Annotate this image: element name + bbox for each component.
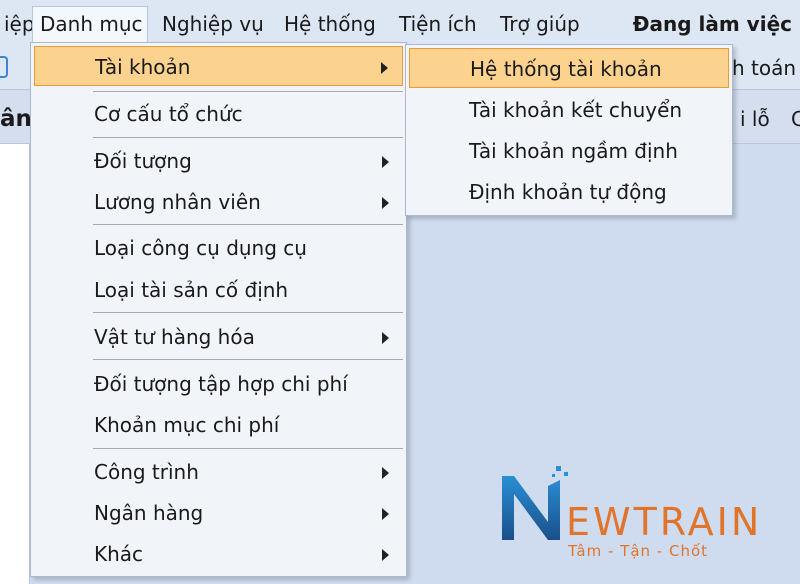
menu-nghiep-vu[interactable]: Nghiệp vụ xyxy=(158,8,268,40)
tab-left-partial[interactable]: ân xyxy=(0,104,32,134)
submenu-arrow-icon xyxy=(382,197,389,209)
menu-separator xyxy=(93,448,403,449)
menu-item-label: Ngân hàng xyxy=(94,501,204,525)
menu-separator xyxy=(93,312,403,313)
tai-khoan-submenu: Hệ thống tài khoản Tài khoản kết chuyển … xyxy=(405,44,733,216)
menu-item-loai-tai-san[interactable]: Loại tài sản cố định xyxy=(34,270,403,310)
toolbar-text-partial[interactable]: h toán xyxy=(732,54,796,82)
menu-tro-giup[interactable]: Trợ giúp xyxy=(496,8,584,40)
working-status: Đang làm việc xyxy=(632,12,792,36)
menu-item-khoan-muc-chi-phi[interactable]: Khoản mục chi phí xyxy=(34,405,403,445)
menu-item-doi-tuong[interactable]: Đối tượng xyxy=(34,141,403,181)
submenu-item-tai-khoan-ket-chuyen[interactable]: Tài khoản kết chuyển xyxy=(409,90,729,130)
menu-danh-muc[interactable]: Danh mục xyxy=(32,6,148,46)
menu-item-label: Vật tư hàng hóa xyxy=(94,325,255,349)
submenu-item-label: Tài khoản kết chuyển xyxy=(469,98,683,122)
menu-item-khac[interactable]: Khác xyxy=(34,534,403,574)
menu-item-label: Khác xyxy=(94,542,144,566)
logo-wordmark: EWTRAIN xyxy=(566,500,763,544)
newtrain-logo: EWTRAIN Tâm - Tận - Chốt xyxy=(496,460,786,564)
menu-item-label: Đối tượng xyxy=(94,149,192,173)
submenu-arrow-icon xyxy=(382,508,389,520)
menu-item-label: Khoản mục chi phí xyxy=(94,413,280,437)
submenu-item-he-thong-tai-khoan[interactable]: Hệ thống tài khoản xyxy=(409,48,729,88)
menu-item-label: Loại công cụ dụng cụ xyxy=(94,236,307,260)
submenu-item-tai-khoan-ngam-dinh[interactable]: Tài khoản ngầm định xyxy=(409,131,729,171)
menu-separator xyxy=(93,359,403,360)
submenu-arrow-icon xyxy=(382,467,389,479)
menu-item-ngan-hang[interactable]: Ngân hàng xyxy=(34,493,403,533)
menu-item-co-cau-to-chuc[interactable]: Cơ cấu tổ chức xyxy=(34,94,403,134)
menu-item-label: Loại tài sản cố định xyxy=(94,278,289,302)
menu-separator xyxy=(93,224,403,225)
menu-item-label: Đối tượng tập hợp chi phí xyxy=(94,372,348,396)
submenu-arrow-icon xyxy=(381,62,388,74)
menu-item-luong-nhan-vien[interactable]: Lương nhân viên xyxy=(34,182,403,222)
menu-bar: iệp Danh mục Nghiệp vụ Hệ thống Tiện ích… xyxy=(0,0,800,46)
submenu-arrow-icon xyxy=(382,549,389,561)
danh-muc-dropdown: Tài khoản Cơ cấu tổ chức Đối tượng Lương… xyxy=(30,42,407,577)
menu-item-label: Cơ cấu tổ chức xyxy=(94,102,243,126)
menu-he-thong[interactable]: Hệ thống xyxy=(280,8,380,40)
submenu-arrow-icon xyxy=(382,332,389,344)
tab-c-partial[interactable]: C xyxy=(791,106,800,132)
menu-item-loai-cong-cu[interactable]: Loại công cụ dụng cụ xyxy=(34,228,403,268)
toolbar-icon[interactable] xyxy=(0,56,8,78)
left-pane xyxy=(0,144,30,584)
submenu-item-dinh-khoan-tu-dong[interactable]: Định khoản tự động xyxy=(409,172,729,212)
submenu-item-label: Tài khoản ngầm định xyxy=(469,139,678,163)
menu-item-tai-khoan[interactable]: Tài khoản xyxy=(34,46,403,86)
menu-item-vat-tu-hang-hoa[interactable]: Vật tư hàng hóa xyxy=(34,317,403,357)
menu-separator xyxy=(93,137,403,138)
menu-separator xyxy=(93,91,403,92)
submenu-item-label: Hệ thống tài khoản xyxy=(470,57,662,81)
menu-item-label: Công trình xyxy=(94,460,199,484)
tab-lo-partial[interactable]: i lỗ xyxy=(740,106,770,132)
menu-item-label: Lương nhân viên xyxy=(94,190,261,214)
newtrain-n-icon xyxy=(502,466,568,540)
submenu-item-label: Định khoản tự động xyxy=(469,180,667,204)
submenu-arrow-icon xyxy=(382,156,389,168)
menu-item-label: Tài khoản xyxy=(95,55,191,79)
menu-tien-ich[interactable]: Tiện ích xyxy=(395,8,481,40)
menu-item-doi-tuong-tap-hop[interactable]: Đối tượng tập hợp chi phí xyxy=(34,364,403,404)
menu-item-cong-trinh[interactable]: Công trình xyxy=(34,452,403,492)
logo-tagline: Tâm - Tận - Chốt xyxy=(568,542,709,560)
